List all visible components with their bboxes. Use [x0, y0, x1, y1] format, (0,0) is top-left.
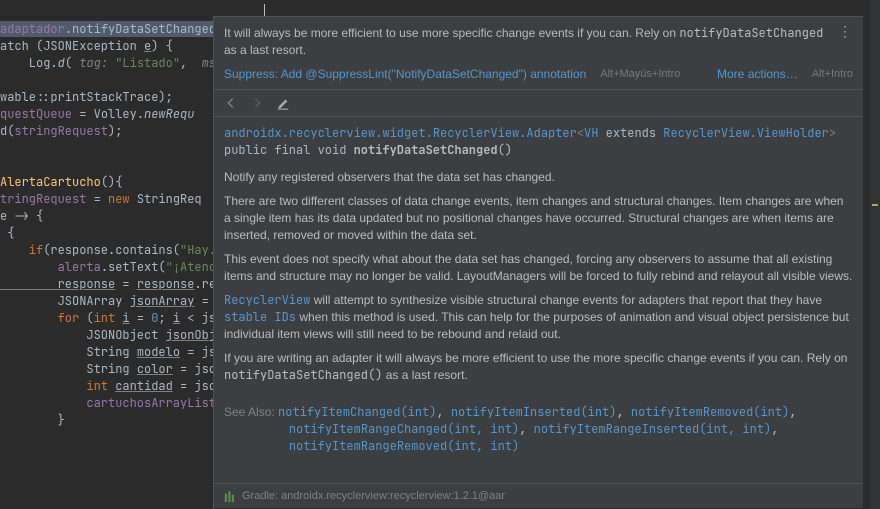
- library-icon: [222, 490, 236, 502]
- doc-paragraph: RecyclerView will attempt to synthesize …: [224, 292, 853, 343]
- see-also-link[interactable]: notifyItemRangeRemoved(int, int): [289, 438, 519, 454]
- see-also-link[interactable]: notifyItemRangeInserted(int, int): [534, 421, 772, 437]
- see-also-link[interactable]: notifyItemRemoved(int): [631, 404, 789, 420]
- edit-icon[interactable]: [276, 96, 290, 110]
- doc-footer: Gradle: androidx.recyclerview:recyclervi…: [214, 483, 863, 508]
- see-also-link[interactable]: notifyItemRangeChanged(int, int): [289, 421, 519, 437]
- more-actions-shortcut: Alt+Intro: [812, 68, 853, 80]
- gutter-marker[interactable]: [872, 204, 878, 206]
- see-also-link[interactable]: notifyItemChanged(int): [278, 404, 436, 420]
- doc-paragraph: There are two different classes of data …: [224, 193, 853, 244]
- documentation-popup: It will always be more efficient to use …: [213, 16, 863, 508]
- stable-ids-link[interactable]: stable IDs: [224, 309, 296, 325]
- suppress-quickfix-link[interactable]: Suppress: Add @SuppressLint("NotifyDataS…: [224, 67, 586, 81]
- doc-paragraph: Notify any registered observers that the…: [224, 169, 853, 186]
- editor-gutter[interactable]: [870, 0, 880, 509]
- see-also-block: See Also: notifyItemChanged(int), notify…: [224, 404, 853, 455]
- inspection-message: It will always be more efficient to use …: [214, 17, 863, 67]
- doc-signature: androidx.recyclerview.widget.RecyclerVie…: [224, 125, 853, 159]
- more-actions-link[interactable]: More actions…: [717, 67, 798, 81]
- doc-toolbar: [214, 89, 863, 117]
- forward-icon[interactable]: [250, 96, 264, 110]
- doc-paragraph: If you are writing an adapter it will al…: [224, 350, 853, 384]
- more-menu-icon[interactable]: ⋮: [837, 23, 853, 39]
- doc-source: Gradle: androidx.recyclerview:recyclervi…: [242, 490, 505, 502]
- quickfix-shortcut: Alt+Mayús+Intro: [600, 68, 680, 80]
- see-also-link[interactable]: notifyItemInserted(int): [451, 404, 617, 420]
- doc-body[interactable]: androidx.recyclerview.widget.RecyclerVie…: [214, 117, 863, 472]
- doc-paragraph: This event does not specify what about t…: [224, 251, 853, 285]
- doc-package-link[interactable]: androidx.recyclerview.widget: [224, 125, 426, 141]
- doc-type-link[interactable]: RecyclerView: [224, 292, 310, 308]
- quickfix-row: Suppress: Add @SuppressLint("NotifyDataS…: [214, 67, 863, 89]
- doc-class-link[interactable]: RecyclerView.Adapter: [433, 125, 577, 141]
- back-icon[interactable]: [224, 96, 238, 110]
